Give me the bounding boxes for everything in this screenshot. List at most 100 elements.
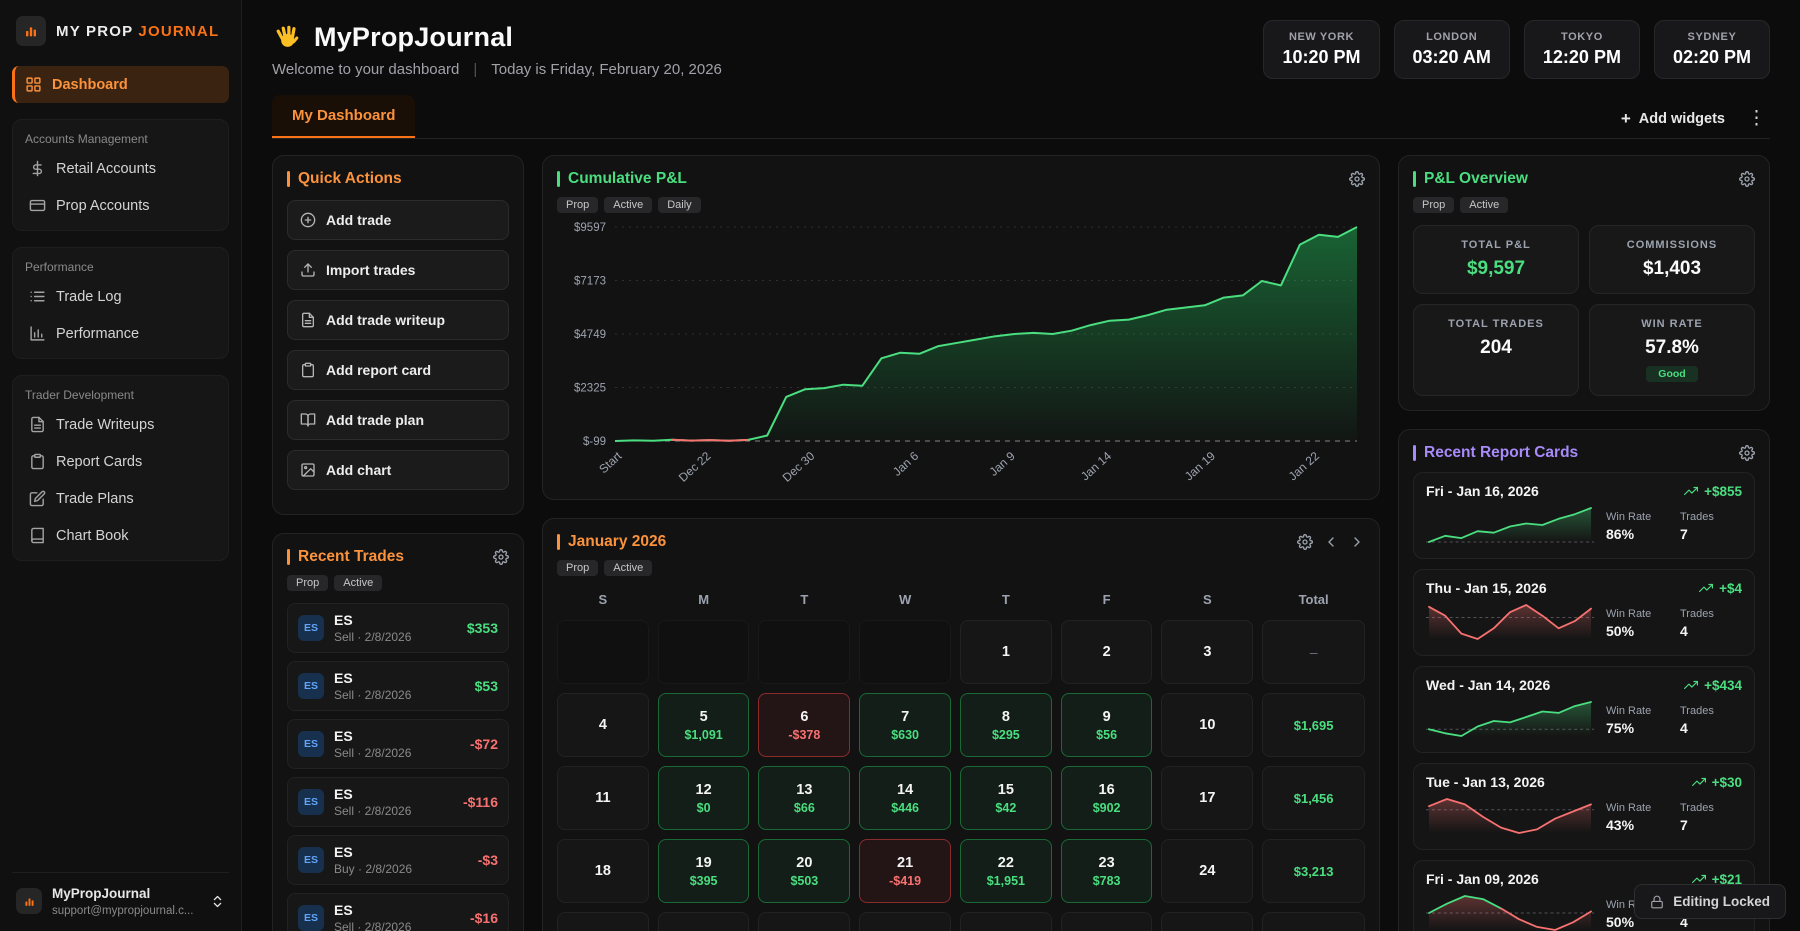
stat-tile-win-rate: WIN RATE57.8%Good [1589,304,1755,396]
svg-text:Jan 9: Jan 9 [987,449,1018,479]
sidebar-item-retail-accounts[interactable]: Retail Accounts [19,150,222,187]
calendar-week-total: – [1262,620,1365,684]
report-cards-settings-button[interactable] [1739,445,1755,461]
add-report-card-button[interactable]: Add report card [287,350,509,390]
calendar-day-29[interactable]: 29 [960,912,1052,931]
report-card-date: Fri - Jan 09, 2026 [1426,871,1539,887]
report-card-item[interactable]: Fri - Jan 16, 2026+$855Win Rate86%Trades… [1413,472,1755,559]
kebab-menu-icon[interactable]: ⋮ [1743,109,1770,128]
calendar-day-header: W [859,588,951,611]
calendar-day-25[interactable]: 25 [557,912,649,931]
filter-badge-daily: Daily [658,197,700,213]
sidebar-item-performance[interactable]: Performance [19,315,222,352]
pnl-overview-settings-button[interactable] [1739,171,1755,187]
add-widgets-button[interactable]: + Add widgets [1621,110,1725,127]
calendar-day-9[interactable]: 9$56 [1061,693,1153,757]
sidebar-item-trade-writeups[interactable]: Trade Writeups [19,406,222,443]
sidebar-item-prop-accounts[interactable]: Prop Accounts [19,187,222,224]
calendar-day-6[interactable]: 6-$378 [758,693,850,757]
trade-row[interactable]: ESESSell · 2/8/2026-$16 [287,893,509,931]
trade-pnl: -$72 [470,736,498,752]
trade-pnl: $353 [467,620,498,636]
calendar-day-16[interactable]: 16$902 [1061,766,1153,830]
calendar-day-15[interactable]: 15$42 [960,766,1052,830]
calendar-card: January 2026 PropActive SMTWTFSTotal123–… [542,518,1380,931]
svg-text:Jan 14: Jan 14 [1078,449,1114,484]
calendar-prev-button[interactable] [1323,534,1339,550]
editing-locked-button[interactable]: Editing Locked [1634,884,1786,919]
trade-row[interactable]: ESESSell · 2/8/2026-$72 [287,719,509,769]
import-trades-button[interactable]: Import trades [287,250,509,290]
calendar-day-21[interactable]: 21-$419 [859,839,951,903]
calendar-settings-button[interactable] [1297,534,1313,550]
calendar-day-1[interactable]: 1 [960,620,1052,684]
add-chart-button[interactable]: Add chart [287,450,509,490]
clock-time: 02:20 PM [1673,47,1751,68]
calendar-day-11[interactable]: 11 [557,766,649,830]
welcome-text: Welcome to your dashboard [272,61,459,78]
recent-trades-settings-button[interactable] [493,549,509,565]
plus-circle-icon [300,212,316,228]
trade-side-date: Sell · 2/8/2026 [334,804,411,818]
sidebar-account-button[interactable]: MyPropJournal support@mypropjournal.c... [12,872,229,919]
report-card-item[interactable]: Wed - Jan 14, 2026+$434Win Rate75%Trades… [1413,666,1755,753]
calendar-day-13[interactable]: 13$66 [758,766,850,830]
calendar-day-10[interactable]: 10 [1161,693,1253,757]
add-trade-plan-button[interactable]: Add trade plan [287,400,509,440]
calendar-day-4[interactable]: 4 [557,693,649,757]
calendar-day-31[interactable]: 31 [1161,912,1253,931]
trade-row[interactable]: ESESSell · 2/8/2026$353 [287,603,509,653]
recent-trades-card: Recent Trades PropActive ESESSell · 2/8/… [272,533,524,931]
calendar-day-19[interactable]: 19$395 [658,839,750,903]
symbol-badge: ES [298,847,324,873]
calendar-day-17[interactable]: 17 [1161,766,1253,830]
add-trade-writeup-button[interactable]: Add trade writeup [287,300,509,340]
calendar-next-button[interactable] [1349,534,1365,550]
report-card-date: Wed - Jan 14, 2026 [1426,677,1550,693]
symbol-badge: ES [298,673,324,699]
calendar-day-2[interactable]: 2 [1061,620,1153,684]
trade-row[interactable]: ESESSell · 2/8/2026-$116 [287,777,509,827]
trade-row[interactable]: ESESSell · 2/8/2026$53 [287,661,509,711]
svg-text:$2325: $2325 [574,383,606,395]
sidebar-item-chart-book[interactable]: Chart Book [19,517,222,554]
calendar-day-27[interactable]: 27 [758,912,850,931]
add-trade-button[interactable]: Add trade [287,200,509,240]
calendar-day-14[interactable]: 14$446 [859,766,951,830]
clipboard-icon [29,453,46,470]
report-card-item[interactable]: Thu - Jan 15, 2026+$4Win Rate50%Trades4 [1413,569,1755,656]
trade-row[interactable]: ESESBuy · 2/8/2026-$3 [287,835,509,885]
calendar-day-23[interactable]: 23$783 [1061,839,1153,903]
gear-icon [1349,171,1365,187]
trade-side-date: Sell · 2/8/2026 [334,746,411,760]
sidebar-item-trade-log[interactable]: Trade Log [19,278,222,315]
tab-my-dashboard[interactable]: My Dashboard [272,95,415,138]
calendar-day-28[interactable]: 28 [859,912,951,931]
cumulative-pnl-badges: PropActiveDaily [557,197,1365,213]
calendar-day-7[interactable]: 7$630 [859,693,951,757]
calendar-day-18[interactable]: 18 [557,839,649,903]
calendar-day-8[interactable]: 8$295 [960,693,1052,757]
calendar-day-20[interactable]: 20$503 [758,839,850,903]
calendar-day-22[interactable]: 22$1,951 [960,839,1052,903]
trade-pnl: -$16 [470,910,498,926]
calendar-day-3[interactable]: 3 [1161,620,1253,684]
sidebar-item-report-cards[interactable]: Report Cards [19,443,222,480]
pnl-stats: TOTAL P&L$9,597COMMISSIONS$1,403TOTAL TR… [1413,225,1755,396]
calendar-day-26[interactable]: 26 [658,912,750,931]
calendar-day-30[interactable]: 30 [1061,912,1153,931]
sidebar-item-dashboard[interactable]: Dashboard [12,66,229,103]
report-card-item[interactable]: Tue - Jan 13, 2026+$30Win Rate43%Trades7 [1413,763,1755,850]
clock-london: LONDON03:20 AM [1394,20,1510,79]
calendar-day-24[interactable]: 24 [1161,839,1253,903]
sidebar-item-trade-plans[interactable]: Trade Plans [19,480,222,517]
calendar-day-12[interactable]: 12$0 [658,766,750,830]
subtitle-divider: | [473,61,477,78]
file-text-icon [29,416,46,433]
logo: MY PROP JOURNAL [12,14,229,48]
calendar-day-5[interactable]: 5$1,091 [658,693,750,757]
filter-badge-active: Active [1460,197,1508,213]
cumulative-pnl-card: Cumulative P&L PropActiveDaily $9597$717… [542,155,1380,500]
cumulative-pnl-settings-button[interactable] [1349,171,1365,187]
gear-icon [493,549,509,565]
